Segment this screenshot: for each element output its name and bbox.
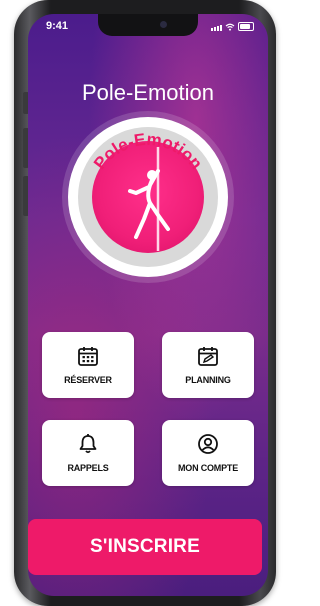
bell-icon bbox=[79, 434, 97, 454]
status-time: 9:41 bbox=[46, 20, 69, 32]
logo: Pole-Emotion bbox=[68, 117, 228, 277]
battery-icon bbox=[238, 22, 254, 31]
status-icons bbox=[211, 22, 254, 31]
tile-label: MON COMPTE bbox=[178, 463, 238, 473]
app-screen: 9:41 Pole-Emotion Pole-Emotion RÉSERVER … bbox=[28, 14, 268, 596]
tile-label: PLANNING bbox=[185, 375, 231, 385]
tile-reserver[interactable]: RÉSERVER bbox=[42, 332, 134, 398]
notch bbox=[98, 14, 198, 36]
tile-mon-compte[interactable]: MON COMPTE bbox=[162, 420, 254, 486]
camera bbox=[160, 21, 167, 28]
wifi-icon bbox=[225, 23, 235, 31]
tile-label: RAPPELS bbox=[67, 463, 109, 473]
tile-rappels[interactable]: RAPPELS bbox=[42, 420, 134, 486]
tile-planning[interactable]: PLANNING bbox=[162, 332, 254, 398]
app-title: Pole-Emotion bbox=[81, 80, 215, 105]
calendar-edit-icon bbox=[198, 347, 218, 366]
signal-icon bbox=[211, 25, 222, 31]
tile-label: RÉSERVER bbox=[64, 375, 112, 385]
svg-text:Pole-Emotion: Pole-Emotion bbox=[90, 130, 206, 173]
calendar-icon bbox=[78, 347, 98, 366]
logo-arc-text: Pole-Emotion bbox=[90, 130, 206, 173]
user-circle-icon bbox=[198, 434, 218, 454]
logo-text: Pole-Emotion bbox=[90, 130, 206, 173]
signup-button[interactable]: S'INSCRIRE bbox=[28, 519, 262, 575]
